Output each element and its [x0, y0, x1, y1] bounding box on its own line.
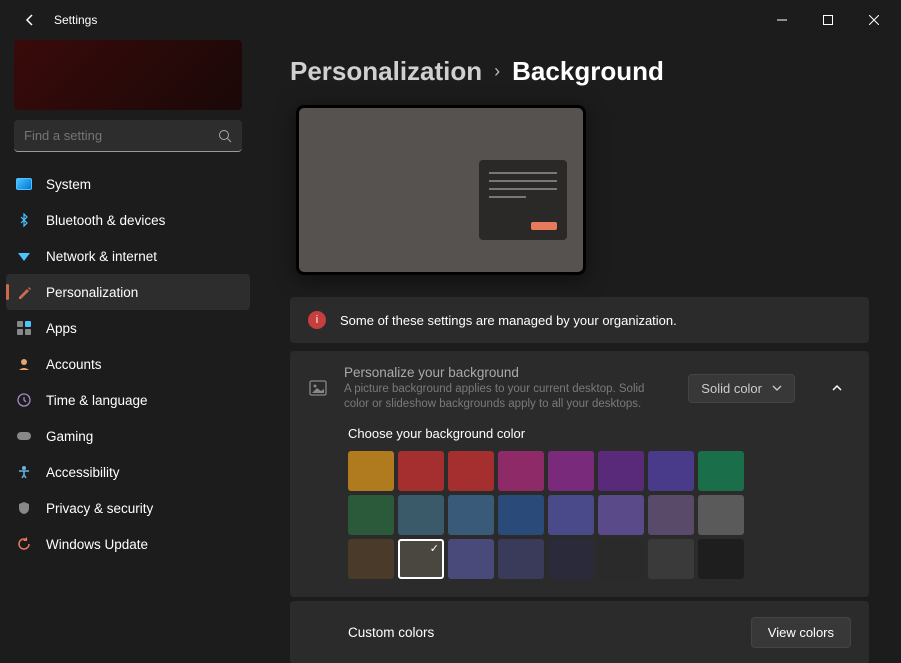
color-swatch[interactable]	[348, 539, 394, 579]
color-swatch[interactable]	[598, 451, 644, 491]
minimize-button[interactable]	[759, 4, 805, 36]
breadcrumb: Personalization › Background	[290, 56, 869, 87]
sidebar-item-label: Privacy & security	[46, 501, 153, 516]
sidebar-item-accessibility[interactable]: Accessibility	[6, 454, 250, 490]
color-swatch[interactable]	[448, 451, 494, 491]
personalize-background-expander: Personalize your background A picture ba…	[290, 351, 869, 597]
user-tile[interactable]	[14, 40, 242, 110]
sidebar-item-label: Windows Update	[46, 537, 148, 552]
expander-title: Personalize your background	[344, 365, 672, 380]
search-box[interactable]	[14, 120, 242, 152]
color-swatch[interactable]	[648, 495, 694, 535]
color-swatch[interactable]	[548, 495, 594, 535]
sidebar-item-gaming[interactable]: Gaming	[6, 418, 250, 454]
search-icon	[218, 129, 232, 143]
color-swatch[interactable]	[348, 451, 394, 491]
arrow-left-icon	[23, 13, 37, 27]
sidebar-item-update[interactable]: Windows Update	[6, 526, 250, 562]
preview-window	[479, 160, 567, 240]
color-swatch[interactable]	[498, 451, 544, 491]
dropdown-value: Solid color	[701, 381, 762, 396]
accessibility-icon	[16, 464, 32, 480]
sidebar-item-label: System	[46, 177, 91, 192]
system-icon	[16, 176, 32, 192]
close-icon	[869, 15, 879, 25]
color-swatch[interactable]	[598, 495, 644, 535]
color-swatch[interactable]	[698, 539, 744, 579]
color-section-label: Choose your background color	[348, 426, 851, 441]
maximize-icon	[823, 15, 833, 25]
collapse-button[interactable]	[823, 374, 851, 402]
org-managed-banner: i Some of these settings are managed by …	[290, 297, 869, 343]
minimize-icon	[777, 15, 787, 25]
bluetooth-icon	[16, 212, 32, 228]
expander-header[interactable]: Personalize your background A picture ba…	[290, 351, 869, 426]
sidebar-item-label: Time & language	[46, 393, 148, 408]
color-swatch[interactable]	[398, 451, 444, 491]
sidebar-item-time[interactable]: Time & language	[6, 382, 250, 418]
sidebar-item-label: Accounts	[46, 357, 102, 372]
color-swatch[interactable]	[448, 539, 494, 579]
banner-text: Some of these settings are managed by yo…	[340, 313, 677, 328]
main-content: Personalization › Background i Some of t…	[262, 40, 901, 663]
sidebar-item-label: Apps	[46, 321, 77, 336]
sidebar-item-system[interactable]: System	[6, 166, 250, 202]
background-preview	[296, 105, 586, 275]
breadcrumb-parent[interactable]: Personalization	[290, 56, 482, 87]
expander-description: A picture background applies to your cur…	[344, 382, 672, 412]
gaming-icon	[16, 428, 32, 444]
color-swatch[interactable]	[548, 539, 594, 579]
network-icon	[16, 248, 32, 264]
picture-icon	[308, 378, 328, 398]
info-icon: i	[308, 311, 326, 329]
color-swatch[interactable]	[498, 539, 544, 579]
color-swatch[interactable]	[398, 539, 444, 579]
color-swatch[interactable]	[398, 495, 444, 535]
accounts-icon	[16, 356, 32, 372]
nav-list: System Bluetooth & devices Network & inter…	[0, 166, 256, 562]
maximize-button[interactable]	[805, 4, 851, 36]
sidebar-item-label: Personalization	[46, 285, 138, 300]
privacy-icon	[16, 500, 32, 516]
color-swatch[interactable]	[648, 451, 694, 491]
apps-icon	[16, 320, 32, 336]
color-swatch[interactable]	[698, 495, 744, 535]
color-swatch[interactable]	[648, 539, 694, 579]
search-input[interactable]	[24, 128, 218, 143]
close-button[interactable]	[851, 4, 897, 36]
time-icon	[16, 392, 32, 408]
color-swatch[interactable]	[498, 495, 544, 535]
sidebar-item-personalization[interactable]: Personalization	[6, 274, 250, 310]
color-swatch[interactable]	[548, 451, 594, 491]
color-swatch[interactable]	[698, 451, 744, 491]
background-type-dropdown[interactable]: Solid color	[688, 374, 795, 403]
sidebar-item-privacy[interactable]: Privacy & security	[6, 490, 250, 526]
color-swatch[interactable]	[448, 495, 494, 535]
page-title: Background	[512, 56, 664, 87]
chevron-right-icon: ›	[494, 61, 500, 82]
sidebar-item-apps[interactable]: Apps	[6, 310, 250, 346]
color-swatches	[348, 451, 851, 579]
window-title: Settings	[54, 13, 97, 27]
sidebar-item-label: Network & internet	[46, 249, 157, 264]
personalization-icon	[16, 284, 32, 300]
color-swatch[interactable]	[598, 539, 644, 579]
sidebar: System Bluetooth & devices Network & inter…	[0, 40, 262, 663]
custom-colors-label: Custom colors	[348, 625, 751, 640]
sidebar-item-label: Accessibility	[46, 465, 120, 480]
update-icon	[16, 536, 32, 552]
sidebar-item-bluetooth[interactable]: Bluetooth & devices	[6, 202, 250, 238]
sidebar-item-network[interactable]: Network & internet	[6, 238, 250, 274]
color-swatch[interactable]	[348, 495, 394, 535]
chevron-up-icon	[831, 382, 843, 394]
chevron-down-icon	[772, 383, 782, 393]
sidebar-item-accounts[interactable]: Accounts	[6, 346, 250, 382]
sidebar-item-label: Bluetooth & devices	[46, 213, 165, 228]
sidebar-item-label: Gaming	[46, 429, 93, 444]
view-colors-button[interactable]: View colors	[751, 617, 851, 648]
titlebar: Settings	[0, 0, 901, 40]
custom-colors-row: Custom colors View colors	[290, 601, 869, 663]
back-button[interactable]	[18, 8, 42, 32]
